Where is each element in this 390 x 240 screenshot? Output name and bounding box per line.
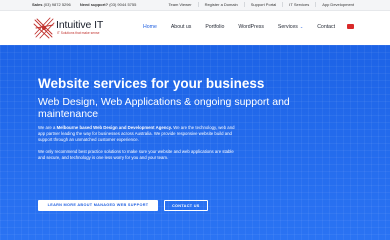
main-nav: Home About us Portfolio WordPress Servic… bbox=[143, 24, 349, 30]
support-phone: (03) 9044 5755 bbox=[109, 2, 137, 7]
nav-item-portfolio[interactable]: Portfolio bbox=[205, 24, 224, 30]
nav-label: Contact bbox=[317, 24, 336, 30]
util-link-register-domain[interactable]: Register a Domain bbox=[197, 2, 244, 7]
flag-icon[interactable] bbox=[347, 24, 354, 29]
logo-mark-icon bbox=[33, 17, 55, 39]
sales-label: Sales bbox=[32, 2, 43, 7]
util-link-support-portal[interactable]: Support Portal bbox=[243, 2, 283, 7]
hero-section: Website services for your business Web D… bbox=[0, 45, 390, 240]
sales-phone: (03) 9872 5296 bbox=[43, 2, 71, 7]
para-bold: Melbourne based Web Design and Developme… bbox=[56, 124, 173, 130]
hero-paragraph-1: We are a Melbourne based Web Design and … bbox=[38, 125, 238, 144]
hero-subtitle: Web Design, Web Applications & ongoing s… bbox=[38, 95, 290, 120]
learn-more-button[interactable]: Learn more about managed web support bbox=[38, 200, 158, 211]
site-header: Intuitive IT IT Solutions that make sens… bbox=[0, 11, 390, 45]
nav-item-home[interactable]: Home bbox=[143, 24, 157, 30]
contact-us-button[interactable]: Contact us bbox=[164, 200, 208, 211]
support-contact[interactable]: Need support? (03) 9044 5755 bbox=[80, 2, 141, 7]
site-logo[interactable]: Intuitive IT IT Solutions that make sens… bbox=[32, 16, 108, 40]
util-link-team-viewer[interactable]: Team Viewer bbox=[163, 2, 198, 7]
hero-buttons: Learn more about managed web support Con… bbox=[38, 200, 208, 211]
logo-tagline: IT Solutions that make sense bbox=[57, 31, 100, 35]
nav-item-contact[interactable]: Contact bbox=[317, 24, 335, 30]
hero-title: Website services for your business bbox=[38, 76, 265, 91]
sales-contact[interactable]: Sales (03) 9872 5296 bbox=[32, 2, 75, 7]
support-label: Need support? bbox=[79, 2, 109, 7]
nav-label: Portfolio bbox=[205, 24, 225, 30]
nav-item-about[interactable]: About us bbox=[171, 24, 191, 30]
nav-item-wordpress[interactable]: WordPress bbox=[238, 24, 264, 30]
util-link-app-development[interactable]: App Development bbox=[315, 2, 360, 7]
logo-brand-text: Intuitive IT bbox=[56, 19, 104, 31]
nav-item-services[interactable]: Services ⌄ bbox=[278, 24, 303, 30]
util-link-it-services[interactable]: IT Services bbox=[282, 2, 315, 7]
hero-content: Website services for your business Web D… bbox=[38, 76, 308, 162]
nav-label: Home bbox=[143, 24, 157, 30]
chevron-down-icon: ⌄ bbox=[299, 24, 304, 29]
nav-label: Services bbox=[277, 24, 298, 30]
top-utility-bar: Sales (03) 9872 5296 Need support? (03) … bbox=[0, 0, 390, 11]
para-prefix: We are a bbox=[38, 124, 57, 130]
hero-paragraph-2: We only recommend best practice solution… bbox=[38, 149, 234, 161]
utility-links: Team Viewer Register a Domain Support Po… bbox=[163, 2, 360, 7]
nav-label: WordPress bbox=[238, 24, 264, 30]
nav-label: About us bbox=[170, 24, 192, 30]
contact-info: Sales (03) 9872 5296 Need support? (03) … bbox=[32, 2, 144, 7]
